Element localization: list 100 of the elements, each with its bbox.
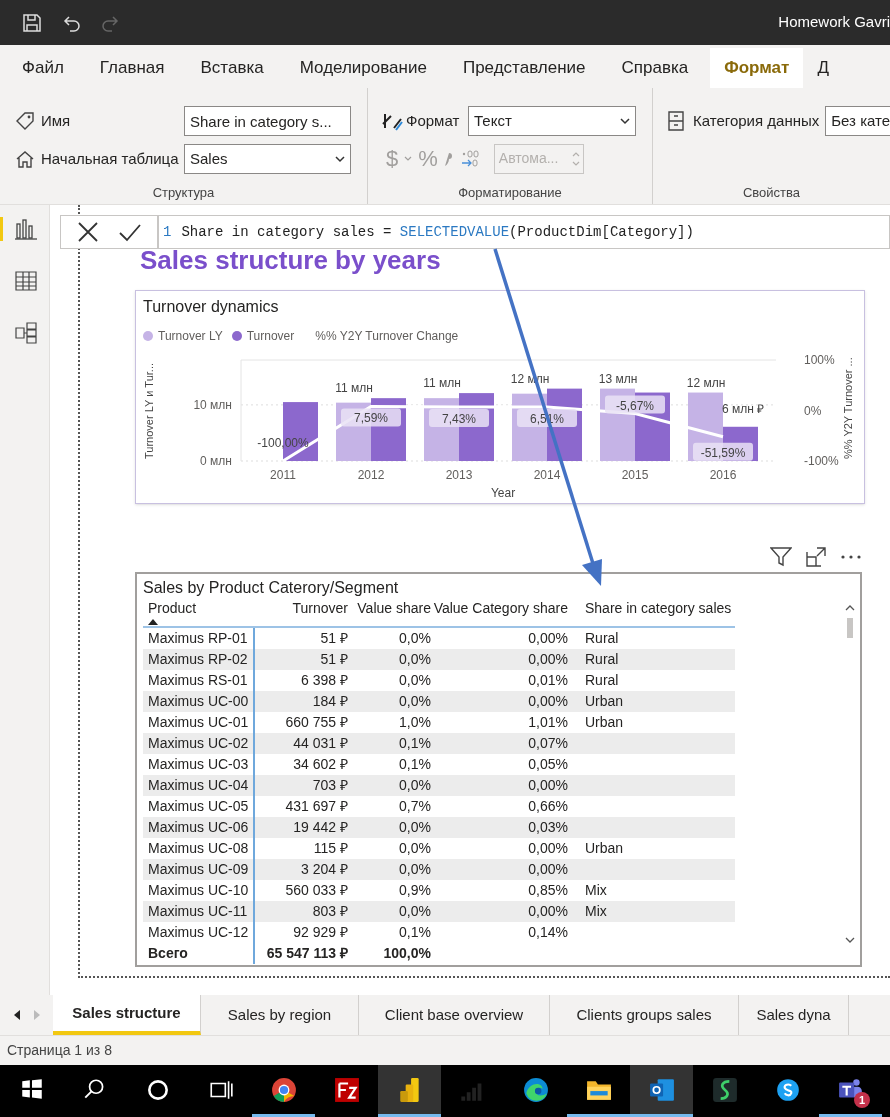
table-cell-text: Urban: [585, 839, 624, 858]
table-cell-text: 0,1%: [399, 923, 431, 942]
check-icon[interactable]: [117, 222, 142, 242]
table-cell-text: Urban: [585, 713, 624, 732]
chevron-down-icon[interactable]: [335, 154, 345, 164]
data-label: 6 млн ₽: [721, 401, 765, 416]
table-cell-text: 0,05%: [528, 755, 568, 774]
table-cell-text: 0,00%: [528, 776, 568, 795]
previous-page-icon[interactable]: [13, 1010, 20, 1020]
legend-label: %% Y2Y Turnover Change: [315, 328, 459, 345]
format-dropdown[interactable]: Текст: [468, 106, 636, 136]
data-label: 12 млн: [686, 375, 726, 390]
round-browser-icon[interactable]: [270, 1076, 297, 1103]
table-cell-text: 431 697 ₽: [285, 797, 348, 816]
field-label: Начальная таблица: [41, 148, 180, 169]
table-cell-text: Maximus RP-01: [148, 629, 248, 648]
table-cell-text: Rural: [585, 629, 619, 648]
field-label: Категория данных: [693, 110, 820, 131]
wave-browser-icon[interactable]: [522, 1076, 549, 1103]
name-field[interactable]: Share in category s...: [184, 106, 351, 136]
menu-tab[interactable]: Справка: [607, 48, 703, 88]
table-cell-text: 0,07%: [528, 734, 568, 753]
table-cell-text: 0,01%: [528, 671, 568, 690]
table-cell-text: 100,0%: [383, 944, 431, 963]
column-header[interactable]: Share in category sales: [572, 596, 735, 626]
window-title: Homework Gavri: [778, 12, 890, 33]
legend-label: Turnover LY: [158, 328, 223, 345]
filter-icon[interactable]: [770, 547, 792, 567]
axis-tick-label: 2011: [270, 468, 296, 482]
menu-tab[interactable]: Моделирование: [285, 48, 441, 88]
table-cell-text: Maximus UC-00: [148, 692, 249, 711]
axis-title: Year: [490, 486, 516, 500]
table-cell-text: 51 ₽: [320, 629, 348, 648]
model-view-icon[interactable]: [15, 322, 37, 344]
save-icon[interactable]: [22, 12, 42, 33]
field-label: Формат: [406, 110, 461, 131]
data-label: 7,59%: [341, 408, 401, 427]
swirl-app-icon[interactable]: [711, 1076, 738, 1103]
axis-tick-label: 10 млн: [193, 397, 232, 412]
scroll-up-icon[interactable]: [845, 604, 855, 612]
report-view-icon[interactable]: [15, 218, 37, 240]
category-dropdown[interactable]: Без кате: [825, 106, 890, 136]
close-icon[interactable]: [76, 221, 99, 243]
table-cell-text: 0,85%: [528, 881, 568, 900]
table-cell-text: Maximus UC-02: [148, 734, 249, 753]
table-cell-text: 0,00%: [528, 650, 568, 669]
menu-tab[interactable]: Формат: [710, 48, 804, 88]
chat-app-icon[interactable]: [774, 1076, 801, 1103]
chevron-down-icon[interactable]: [620, 116, 630, 126]
table-cell-text: Maximus UC-04: [148, 776, 249, 795]
page-tab[interactable]: Sales structure: [53, 995, 201, 1035]
axis-tick-label: -100%: [804, 454, 839, 468]
taskbar-button[interactable]: [378, 1065, 441, 1117]
axis-tick-label: 2014: [533, 468, 561, 482]
table-cell-text: 0,0%: [399, 671, 431, 690]
table-cell-text: 803 ₽: [312, 902, 348, 921]
taskbar-button[interactable]: 1: [819, 1065, 882, 1117]
focus-mode-icon[interactable]: [806, 547, 826, 567]
data-label: 11 млн: [335, 381, 373, 396]
menu-tab[interactable]: Представление: [448, 48, 600, 88]
table-cell-text: 6 398 ₽: [301, 671, 348, 690]
table-cell-text: Maximus UC-03: [148, 755, 249, 774]
scroll-down-icon[interactable]: [845, 936, 855, 944]
axis-title: Turnover LY и Tur...: [143, 363, 155, 459]
column-header[interactable]: Value share: [352, 596, 435, 626]
data-label: 11 млн: [423, 376, 461, 391]
scrollbar-thumb[interactable]: [847, 618, 853, 638]
table-cell-text: Всего: [148, 944, 188, 963]
formula-field[interactable]: 1 Share in category sales = SELECTEDVALUE(ProductDim[Category]): [158, 215, 890, 249]
table-view-icon[interactable]: [15, 270, 37, 292]
table-cell-text: Maximus UC-11: [148, 902, 248, 921]
status-text: Страница 1 из 8: [7, 1041, 112, 1060]
column-header[interactable]: Turnover: [255, 596, 352, 626]
table-cell-text: Maximus UC-09: [148, 860, 249, 879]
taskbar-button[interactable]: [630, 1065, 693, 1117]
menu-tab[interactable]: Главная: [85, 48, 179, 88]
group-title: Форматирование: [457, 183, 563, 202]
column-header[interactable]: Product: [143, 596, 255, 626]
table-cell-text: 0,0%: [399, 839, 431, 858]
table-dropdown[interactable]: Sales: [184, 144, 351, 174]
table-cell-text: 0,66%: [528, 797, 568, 816]
field-label: Имя: [41, 110, 72, 131]
table-cell-text: 0,0%: [399, 902, 431, 921]
menu-tab[interactable]: Файл: [8, 48, 78, 88]
group-title: Свойства: [741, 183, 802, 202]
more-options-icon[interactable]: [840, 554, 862, 560]
table-cell-text: 0,0%: [399, 629, 431, 648]
table-cell-text: 560 033 ₽: [285, 881, 348, 900]
table-cell-text: 44 031 ₽: [293, 734, 348, 753]
menu-tab[interactable]: Вставка: [186, 48, 278, 88]
sort-arrow-icon[interactable]: [148, 619, 158, 625]
file-transfer-icon[interactable]: [333, 1076, 360, 1103]
menu-tab[interactable]: Д: [803, 48, 843, 88]
axis-tick-label: 0 млн: [200, 454, 232, 468]
axis-tick-label: 0%: [804, 403, 822, 418]
table-cell-text: 92 929 ₽: [293, 923, 348, 942]
table-cell-text: 0,0%: [399, 860, 431, 879]
table-cell-text: 0,0%: [399, 650, 431, 669]
column-header[interactable]: Value Category share: [435, 596, 572, 626]
mail-app-icon[interactable]: [648, 1076, 675, 1103]
